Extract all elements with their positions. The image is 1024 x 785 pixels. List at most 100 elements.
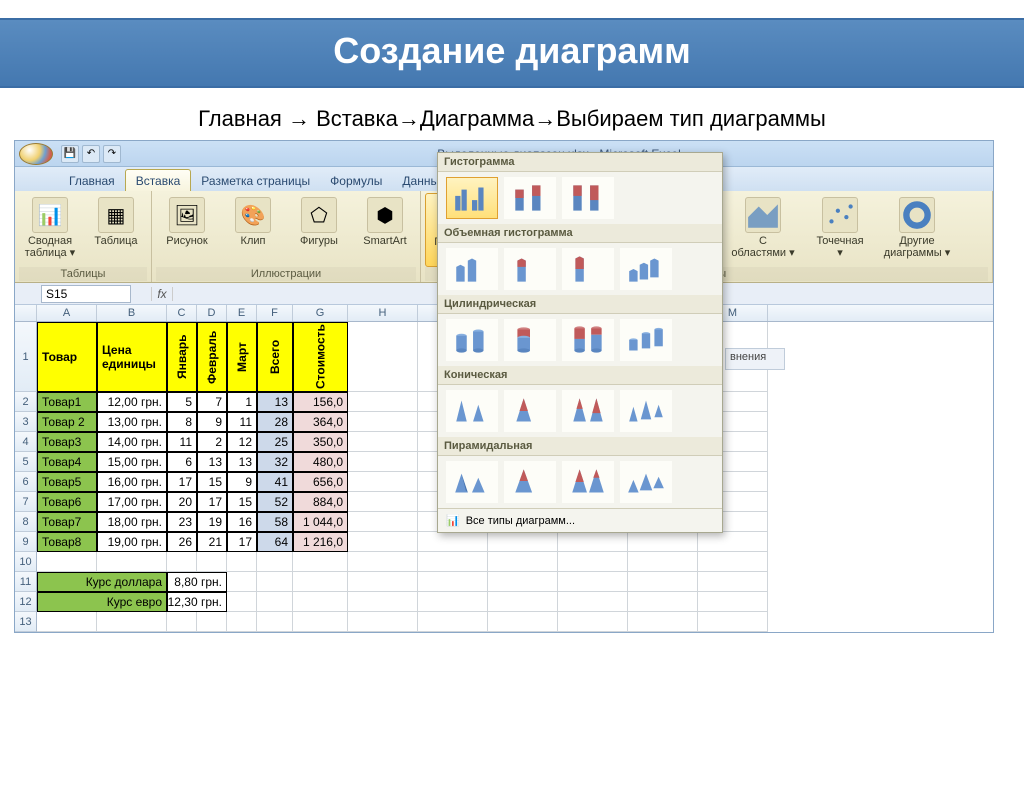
rowhdr-7[interactable]: 7 <box>15 492 37 512</box>
cell[interactable]: 13 <box>227 452 257 472</box>
rowhdr-5[interactable]: 5 <box>15 452 37 472</box>
cell[interactable]: Товар8 <box>37 532 97 552</box>
colhdr-f[interactable]: F <box>257 305 293 321</box>
cell[interactable]: Товар6 <box>37 492 97 512</box>
office-button-icon[interactable] <box>19 143 53 165</box>
chart-type-3d-100-stacked[interactable] <box>562 248 614 290</box>
pivot-table-button[interactable]: 📊Сводная таблица ▾ <box>19 193 81 267</box>
cell[interactable]: 1 216,0 <box>293 532 348 552</box>
rowhdr-9[interactable]: 9 <box>15 532 37 552</box>
cell[interactable]: 15,00 грн. <box>97 452 167 472</box>
cell[interactable]: 12,00 грн. <box>97 392 167 412</box>
cell[interactable]: 15 <box>197 472 227 492</box>
fx-icon[interactable]: fx <box>151 287 173 301</box>
chart-type-cone-100[interactable] <box>562 390 614 432</box>
cell[interactable] <box>348 432 418 452</box>
smartart-button[interactable]: ⬢SmartArt <box>354 193 416 267</box>
cell[interactable]: 17 <box>197 492 227 512</box>
cell[interactable] <box>257 592 293 612</box>
cell[interactable]: Март <box>227 322 257 392</box>
cell[interactable] <box>293 592 348 612</box>
cell[interactable]: 19,00 грн. <box>97 532 167 552</box>
cell[interactable] <box>348 322 418 392</box>
cell[interactable] <box>418 552 488 572</box>
colhdr-a[interactable]: A <box>37 305 97 321</box>
rowhdr-2[interactable]: 2 <box>15 392 37 412</box>
cell[interactable] <box>257 552 293 572</box>
cell[interactable] <box>698 592 768 612</box>
cell[interactable] <box>488 532 558 552</box>
cell[interactable]: 9 <box>227 472 257 492</box>
cell[interactable]: 350,0 <box>293 432 348 452</box>
cell[interactable] <box>628 612 698 632</box>
area-chart-button[interactable]: С областями ▾ <box>721 193 805 267</box>
cell[interactable] <box>37 612 97 632</box>
cell[interactable]: 25 <box>257 432 293 452</box>
cell[interactable] <box>348 572 418 592</box>
cell[interactable] <box>628 572 698 592</box>
cell[interactable] <box>698 572 768 592</box>
cell[interactable]: 12 <box>227 432 257 452</box>
cell[interactable] <box>167 552 197 572</box>
cell[interactable]: Цена единицы <box>97 322 167 392</box>
cell[interactable] <box>488 572 558 592</box>
cell[interactable] <box>558 532 628 552</box>
cell[interactable]: Товар4 <box>37 452 97 472</box>
cell[interactable]: 11 <box>167 432 197 452</box>
cell[interactable] <box>558 612 628 632</box>
cell[interactable]: 16 <box>227 512 257 532</box>
cell[interactable]: 52 <box>257 492 293 512</box>
cell[interactable]: 32 <box>257 452 293 472</box>
cell[interactable]: Товар7 <box>37 512 97 532</box>
cell[interactable]: 11 <box>227 412 257 432</box>
chart-type-stacked-column[interactable] <box>504 177 556 219</box>
cell[interactable]: 364,0 <box>293 412 348 432</box>
chart-type-pyramid-clustered[interactable] <box>446 461 498 503</box>
name-box[interactable]: S15 <box>41 285 131 303</box>
cell[interactable]: 480,0 <box>293 452 348 472</box>
cell[interactable] <box>628 552 698 572</box>
cell[interactable]: Февраль <box>197 322 227 392</box>
rowhdr-3[interactable]: 3 <box>15 412 37 432</box>
cell[interactable] <box>348 512 418 532</box>
cell[interactable] <box>418 592 488 612</box>
cell[interactable]: 58 <box>257 512 293 532</box>
cell[interactable] <box>488 552 558 572</box>
table-button[interactable]: ▦Таблица <box>85 193 147 267</box>
cell[interactable]: 18,00 грн. <box>97 512 167 532</box>
cell[interactable] <box>348 392 418 412</box>
chart-type-cone-stacked[interactable] <box>504 390 556 432</box>
cell[interactable] <box>698 532 768 552</box>
rowhdr-1[interactable]: 1 <box>15 322 37 392</box>
cell[interactable] <box>628 592 698 612</box>
clipart-button[interactable]: 🎨Клип <box>222 193 284 267</box>
rowhdr-12[interactable]: 12 <box>15 592 37 612</box>
cell[interactable]: 156,0 <box>293 392 348 412</box>
cell[interactable]: 13 <box>197 452 227 472</box>
colhdr-d[interactable]: D <box>197 305 227 321</box>
shapes-button[interactable]: ⬠Фигуры <box>288 193 350 267</box>
cell[interactable]: Курс доллара <box>37 572 167 592</box>
cell[interactable]: Стоимость <box>293 322 348 392</box>
cell[interactable]: 20 <box>167 492 197 512</box>
cell[interactable] <box>37 552 97 572</box>
cell[interactable]: 17,00 грн. <box>97 492 167 512</box>
cell[interactable] <box>97 612 167 632</box>
cell[interactable]: 12,30 грн. <box>167 592 227 612</box>
cell[interactable]: Товар1 <box>37 392 97 412</box>
chart-type-cylinder-stacked[interactable] <box>504 319 556 361</box>
other-charts-button[interactable]: Другие диаграммы ▾ <box>875 193 959 267</box>
cell[interactable]: 8,80 грн. <box>167 572 227 592</box>
cell[interactable] <box>257 572 293 592</box>
cell[interactable]: Товар3 <box>37 432 97 452</box>
cell[interactable] <box>293 572 348 592</box>
cell[interactable] <box>348 552 418 572</box>
rowhdr-6[interactable]: 6 <box>15 472 37 492</box>
chart-type-pyramid-3d[interactable] <box>620 461 672 503</box>
chart-type-clustered-column[interactable] <box>446 177 498 219</box>
cell[interactable]: 6 <box>167 452 197 472</box>
cell[interactable]: Товар5 <box>37 472 97 492</box>
cell[interactable]: 28 <box>257 412 293 432</box>
all-chart-types-button[interactable]: 📊 Все типы диаграмм... <box>438 508 722 532</box>
cell[interactable] <box>227 572 257 592</box>
